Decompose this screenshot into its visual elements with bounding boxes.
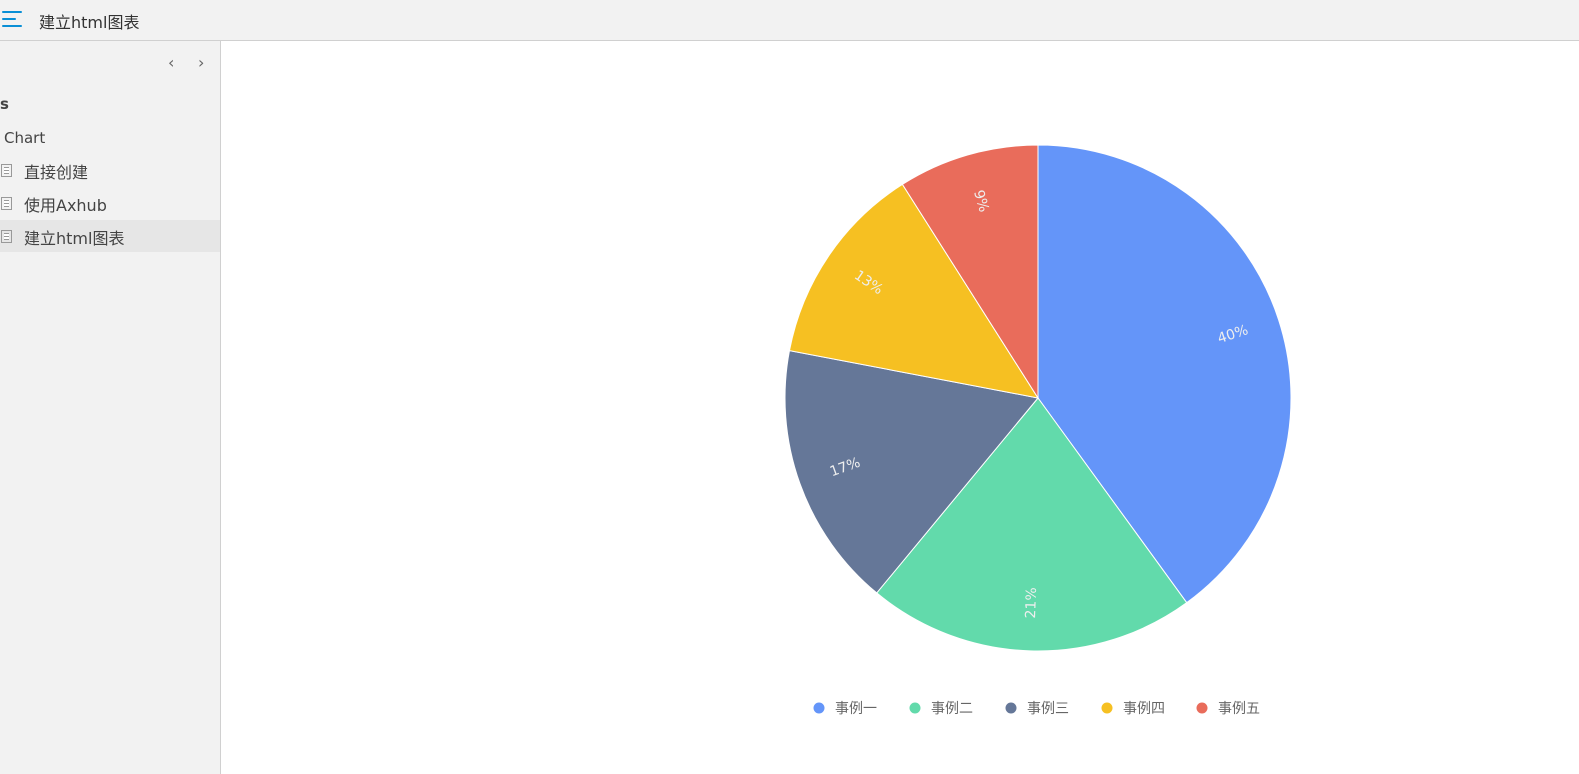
sidebar-section-title: s (0, 95, 9, 113)
legend-label[interactable]: 事例三 (1027, 701, 1069, 717)
legend-marker[interactable] (1005, 702, 1017, 714)
sidebar-item[interactable]: 使用Axhub (0, 187, 220, 219)
sidebar-group-chart[interactable]: Chart (4, 129, 45, 147)
sidebar-item-selected[interactable]: 建立html图表 (0, 220, 220, 252)
legend-marker[interactable] (1101, 702, 1113, 714)
document-icon (1, 230, 12, 243)
page-title: 建立html图表 (39, 13, 140, 32)
pie-chart: 40%21%17%13%9%事例一 事例二 事例三 事例四 事例五 (784, 144, 1292, 717)
sidebar-item[interactable]: 直接创建 (0, 154, 220, 186)
legend-label[interactable]: 事例一 (835, 701, 877, 717)
sidebar-item-label: 建立html图表 (24, 229, 125, 248)
legend-marker[interactable] (813, 702, 825, 714)
legend-marker[interactable] (1196, 702, 1208, 714)
legend-marker[interactable] (909, 702, 921, 714)
legend-label[interactable]: 事例二 (931, 701, 973, 717)
legend-label[interactable]: 事例四 (1123, 701, 1165, 717)
sidebar-item-label: 直接创建 (24, 163, 89, 182)
sidebar-item-label: 使用Axhub (24, 196, 107, 215)
document-icon (1, 164, 12, 177)
hamburger-menu-icon[interactable] (2, 11, 22, 29)
top-bar: 建立html图表 (0, 0, 1579, 41)
legend-label[interactable]: 事例五 (1218, 701, 1260, 717)
slice-label: 21% (1023, 587, 1040, 619)
chevron-left-icon[interactable]: ‹ (168, 53, 174, 72)
document-icon (1, 197, 12, 210)
chevron-right-icon[interactable]: › (198, 53, 204, 72)
sidebar: ‹ › s Chart 直接创建 使用Axhub 建立html图表 (0, 41, 221, 774)
